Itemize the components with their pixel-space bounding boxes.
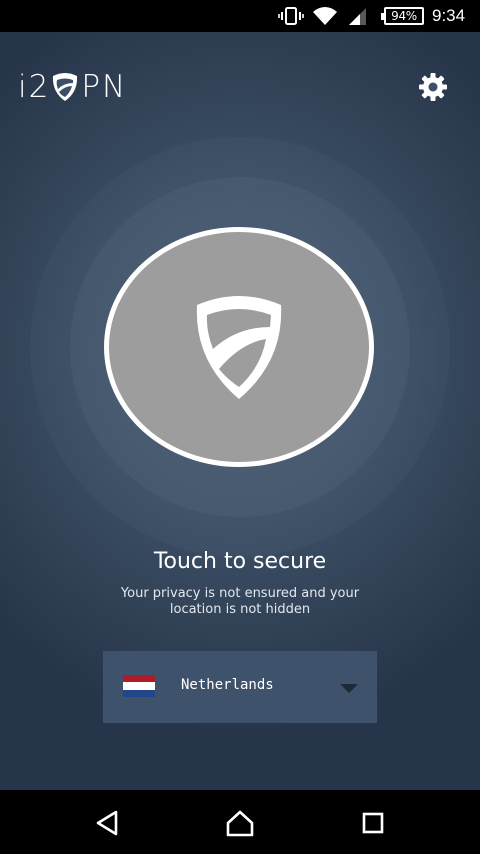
status-time: 9:34 <box>432 6 466 25</box>
logo-suffix: PN <box>81 69 128 105</box>
netherlands-flag-icon <box>123 675 155 697</box>
shield-icon <box>189 291 289 403</box>
back-button[interactable] <box>92 808 122 838</box>
connect-button[interactable] <box>104 227 374 467</box>
country-selector[interactable]: Netherlands <box>103 651 377 723</box>
status-bar: 94% 9:34 <box>0 0 480 32</box>
flag-stripe-white <box>123 682 155 690</box>
dropdown-arrow-icon <box>340 684 358 693</box>
shield-icon <box>50 71 80 103</box>
logo-prefix: i2 <box>18 69 51 105</box>
home-icon <box>225 809 255 837</box>
settings-button[interactable] <box>416 70 450 104</box>
recents-button[interactable] <box>358 808 388 838</box>
gear-icon <box>418 72 448 102</box>
back-icon <box>94 809 120 837</box>
app-logo: i2 PN <box>18 69 128 105</box>
battery-percent: 94% <box>381 7 424 25</box>
touch-to-secure-title: Touch to secure <box>153 549 327 574</box>
battery-icon: 94% <box>381 0 424 32</box>
vibrate-icon <box>278 0 304 32</box>
recents-icon <box>361 811 385 835</box>
home-button[interactable] <box>225 808 255 838</box>
flag-stripe-blue <box>123 689 155 697</box>
screen: 94% 9:34 i2 PN Touch to secure Your priv… <box>0 0 480 854</box>
navigation-bar <box>0 790 480 854</box>
wifi-icon <box>312 0 338 32</box>
country-name: Netherlands <box>181 677 274 693</box>
flag-stripe-red <box>123 675 155 683</box>
app-main: i2 PN Touch to secure Your privacy is no… <box>0 32 480 790</box>
signal-icon <box>346 0 368 32</box>
privacy-status-text: Your privacy is not ensured and your loc… <box>120 586 360 617</box>
